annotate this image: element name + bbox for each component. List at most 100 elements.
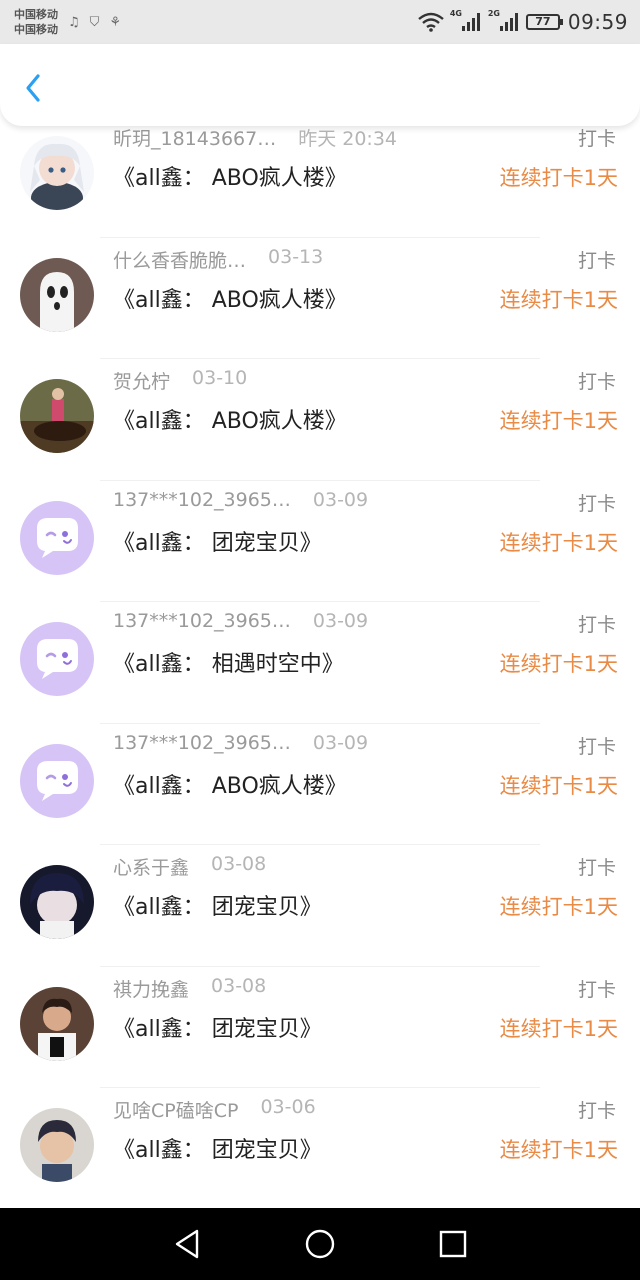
signal-2-icon: 2G [488,9,518,31]
user-name: 心系于鑫 [113,857,190,879]
item-type: 打卡 [577,371,616,393]
clock: 09:59 [567,10,628,34]
user-name: 昕玥_18143667… [113,128,277,150]
book-title: 《all鑫： ABO疯人楼》 [113,287,347,313]
streak-label: 连续打卡1天 [499,287,618,312]
shield-icon: ⛉ [89,14,100,30]
item-meta: 137***102_3965… 03-09 [113,489,368,511]
avatar[interactable] [20,500,94,575]
item-meta: 心系于鑫 03-08 [113,853,266,880]
item-date: 03-08 [211,853,267,875]
streak-label: 连续打卡1天 [499,166,618,190]
avatar[interactable] [20,865,94,939]
home-circle-icon [305,1229,335,1259]
list-item[interactable]: 昕玥_18143667… 昨天 20:34 《all鑫： ABO疯人楼》 打卡 … [0,126,640,238]
book-title: 《all鑫： 团宠宝贝》 [113,1138,322,1163]
streak-label: 连续打卡1天 [499,652,618,676]
item-meta: 137***102_3965… 03-09 [113,732,368,754]
app-icon: ⚘ [109,14,122,30]
list-item[interactable]: 137***102_3965… 03-09 《all鑫： 团宠宝贝》 打卡 连续… [0,481,640,602]
item-type: 打卡 [577,978,616,1001]
network-type-2: 2G [487,9,500,18]
item-date: 03-09 [312,488,369,511]
user-name: 见啥CP磕啥CP [113,1100,239,1122]
streak-label: 连续打卡1天 [499,530,618,555]
header [0,44,640,126]
carrier-names: 中国移动 中国移动 [14,7,58,37]
notification-icons: ♫ ⛉ ⚘ [68,15,121,30]
nav-recents-button[interactable] [433,1224,473,1264]
list-item[interactable]: 贺允柠 03-10 《all鑫： ABO疯人楼》 打卡 连续打卡1天 [0,359,640,481]
book-title: 《all鑫： 团宠宝贝》 [113,530,322,556]
item-meta: 见啥CP磕啥CP 03-06 [113,1096,316,1123]
item-type: 打卡 [577,735,616,758]
nav-back-button[interactable] [167,1224,207,1264]
back-triangle-icon [175,1229,198,1259]
wifi-icon [418,12,444,32]
item-date: 03-13 [268,245,324,268]
user-name: 137***102_3965… [113,610,291,632]
carrier-1: 中国移动 [14,8,58,21]
avatar[interactable] [20,743,94,818]
nav-home-button[interactable] [300,1224,340,1264]
item-date: 昨天 20:34 [298,128,398,150]
streak-label: 连续打卡1天 [499,1016,618,1041]
chevron-left-icon [26,74,40,102]
battery-level: 77 [535,15,551,28]
item-type: 打卡 [577,249,616,272]
item-meta: 137***102_3965… 03-09 [113,610,368,632]
user-name: 什么香香脆脆… [113,249,247,272]
back-button[interactable] [18,70,52,104]
item-meta: 昕玥_18143667… 昨天 20:34 [113,126,397,151]
item-date: 03-06 [260,1096,316,1118]
list-item[interactable]: 什么香香脆脆… 03-13 《all鑫： ABO疯人楼》 打卡 连续打卡1天 [0,238,640,359]
signal-1-icon: 4G [450,9,480,31]
user-name: 贺允柠 [113,371,171,393]
item-meta: 什么香香脆脆… 03-13 [113,246,323,273]
system-nav-bar [0,1208,640,1280]
list-item[interactable]: 137***102_3965… 03-09 《all鑫： ABO疯人楼》 打卡 … [0,724,640,845]
streak-label: 连续打卡1天 [499,409,618,433]
list-item[interactable]: 心系于鑫 03-08 《all鑫： 团宠宝贝》 打卡 连续打卡1天 [0,845,640,967]
avatar[interactable] [20,136,94,210]
list-item[interactable]: 137***102_3965… 03-09 《all鑫： 相遇时空中》 打卡 连… [0,602,640,724]
item-date: 03-08 [211,974,267,997]
item-type: 打卡 [577,614,616,636]
user-name: 137***102_3965… [113,488,291,511]
avatar[interactable] [20,257,94,332]
item-date: 03-10 [192,367,248,389]
status-bar-right: 4G 2G 77 09:59 [418,9,628,34]
status-bar-left: 中国移动 中国移动 ♫ ⛉ ⚘ [14,7,121,37]
checkin-list: 昕玥_18143667… 昨天 20:34 《all鑫： ABO疯人楼》 打卡 … [0,126,640,1208]
book-title: 《all鑫： ABO疯人楼》 [113,773,347,799]
carrier-2: 中国移动 [14,23,58,36]
user-name: 137***102_3965… [113,731,291,754]
item-type: 打卡 [577,857,616,879]
recents-square-icon [440,1230,467,1258]
book-title: 《all鑫： 团宠宝贝》 [113,895,322,920]
list-item[interactable]: 见啥CP磕啥CP 03-06 《all鑫： 团宠宝贝》 打卡 连续打卡1天 [0,1088,640,1208]
item-type: 打卡 [577,492,616,515]
item-type: 打卡 [577,1100,616,1122]
streak-label: 连续打卡1天 [499,1138,618,1162]
avatar[interactable] [20,622,94,696]
avatar[interactable] [20,1108,94,1182]
music-icon: ♫ [68,14,80,30]
item-date: 03-09 [312,731,369,754]
item-date: 03-09 [312,610,369,632]
avatar[interactable] [20,379,94,453]
item-meta: 贺允柠 03-10 [113,367,247,394]
streak-label: 连续打卡1天 [499,773,618,798]
avatar[interactable] [20,986,94,1061]
book-title: 《all鑫： 团宠宝贝》 [113,1016,322,1042]
status-bar: 中国移动 中国移动 ♫ ⛉ ⚘ 4G 2G 77 09:59 [0,0,640,44]
item-type: 打卡 [577,128,616,150]
book-title: 《all鑫： ABO疯人楼》 [113,409,347,434]
item-meta: 祺力挽鑫 03-08 [113,975,266,1002]
user-name: 祺力挽鑫 [113,978,190,1001]
network-type-1: 4G [449,9,462,18]
book-title: 《all鑫： ABO疯人楼》 [113,166,347,191]
battery-icon: 77 [525,14,563,30]
list-item[interactable]: 祺力挽鑫 03-08 《all鑫： 团宠宝贝》 打卡 连续打卡1天 [0,967,640,1088]
streak-label: 连续打卡1天 [499,895,618,919]
